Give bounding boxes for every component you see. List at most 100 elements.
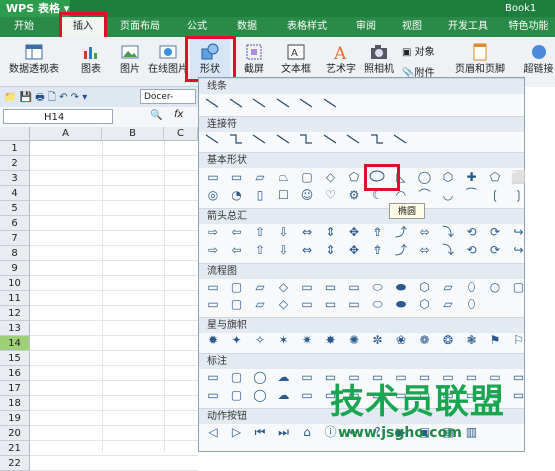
row-header[interactable]: 14 (0, 336, 30, 351)
shape-option[interactable]: ⌒ (417, 187, 433, 203)
tab-home[interactable]: 开始 (0, 17, 48, 37)
shape-option[interactable] (276, 97, 290, 109)
shape-option[interactable]: ▭ (299, 387, 315, 403)
shape-option[interactable] (252, 97, 266, 109)
shape-option[interactable]: ⏢ (276, 169, 292, 185)
shape-option[interactable]: ⤴ (393, 224, 409, 240)
shape-option[interactable]: ◇ (276, 279, 292, 295)
shape-option[interactable]: ⁀ (464, 187, 480, 203)
shape-option[interactable]: ✧ (252, 332, 268, 348)
shape-option[interactable]: ⬡ (417, 296, 433, 312)
shape-option[interactable]: ⏭ (276, 424, 292, 440)
shape-option[interactable]: ▢ (229, 387, 245, 403)
shape-option[interactable]: ❃ (464, 332, 480, 348)
shape-option[interactable]: ◎ (205, 187, 221, 203)
shape-option[interactable]: ⬡ (440, 169, 456, 185)
shape-option[interactable]: ▱ (252, 169, 268, 185)
shape-option[interactable] (299, 133, 313, 145)
picture-button[interactable]: 图片 (116, 39, 144, 83)
shape-option[interactable]: ☁ (276, 387, 292, 403)
shape-option[interactable]: ⚐ (511, 332, 527, 348)
shape-option[interactable]: ▱ (440, 279, 456, 295)
shape-option[interactable]: ⟲ (464, 224, 480, 240)
shape-option[interactable]: ▢ (229, 296, 245, 312)
shape-option[interactable] (323, 97, 337, 109)
tab-developer[interactable]: 开发工具 (440, 17, 496, 37)
shape-option[interactable]: ◇ (276, 296, 292, 312)
shape-option[interactable] (229, 97, 243, 109)
shape-option[interactable]: ◔ (229, 187, 245, 203)
row-header[interactable]: 18 (0, 396, 30, 411)
shape-option[interactable]: ⏮ (252, 424, 268, 440)
shape-option[interactable]: ☐ (276, 187, 292, 203)
row-header[interactable]: 6 (0, 216, 30, 231)
shape-option[interactable]: ☺ (299, 187, 315, 203)
zoom-icon[interactable]: 🔍 (150, 110, 162, 121)
row-header[interactable]: 12 (0, 306, 30, 321)
shape-option[interactable]: ⇨ (205, 224, 221, 240)
shape-option[interactable]: ▭ (346, 279, 362, 295)
shape-option[interactable]: ✦ (229, 332, 245, 348)
shape-option[interactable]: ▭ (299, 279, 315, 295)
row-header[interactable]: 19 (0, 411, 30, 426)
shape-option[interactable] (252, 133, 266, 145)
shape-option[interactable]: ↪ (511, 242, 527, 258)
shape-option[interactable]: ○ (487, 279, 503, 295)
shape-option[interactable] (229, 133, 243, 145)
shape-option[interactable]: ◇ (323, 169, 339, 185)
shape-option[interactable]: ✸ (323, 332, 339, 348)
shape-option[interactable] (205, 133, 219, 145)
row-header[interactable]: 1 (0, 141, 30, 156)
shape-option[interactable]: ◯ (252, 387, 268, 403)
column-header-c[interactable]: C (164, 127, 198, 141)
row-header[interactable]: 17 (0, 381, 30, 396)
shape-option[interactable]: ▱ (252, 279, 268, 295)
tab-special[interactable]: 特色功能 (502, 17, 555, 37)
pivot-table-button[interactable]: 数据透视表 (6, 39, 62, 83)
select-all-corner[interactable] (0, 127, 30, 141)
row-header[interactable]: 13 (0, 321, 30, 336)
qat-icons[interactable]: 📁 💾 🖶 🗋 ↶ ↷ ▾ (4, 90, 87, 107)
shape-option[interactable] (205, 97, 219, 109)
shape-option[interactable]: ◯ (417, 169, 433, 185)
shape-option[interactable]: ❀ (393, 332, 409, 348)
shape-option[interactable]: ✶ (276, 332, 292, 348)
chart-button[interactable]: 图表 (76, 39, 106, 83)
shape-option[interactable]: ✥ (346, 224, 362, 240)
row-header[interactable]: 20 (0, 426, 30, 441)
shape-option[interactable]: ⬠ (487, 169, 503, 185)
shape-option[interactable]: ▭ (299, 369, 315, 385)
row-header[interactable]: 3 (0, 171, 30, 186)
shape-option[interactable]: ▢ (511, 279, 527, 295)
shape-option[interactable]: ▭ (511, 387, 527, 403)
shape-option[interactable]: ✥ (346, 242, 362, 258)
shape-option[interactable]: ⇨ (205, 242, 221, 258)
shape-option[interactable]: ⬬ (393, 279, 409, 295)
shape-option[interactable]: ⬄ (417, 224, 433, 240)
hyperlink-button-overlay[interactable]: 超链接 (522, 39, 555, 83)
shape-option[interactable]: ◯ (252, 369, 268, 385)
shape-option[interactable]: ▭ (323, 279, 339, 295)
shape-option[interactable]: ⇔ (299, 224, 315, 240)
shape-option[interactable]: ⇮ (370, 224, 386, 240)
shape-option[interactable]: ◁ (205, 424, 221, 440)
row-header[interactable]: 2 (0, 156, 30, 171)
shape-option[interactable]: ⓘ (323, 424, 339, 440)
shape-option[interactable]: ⌂ (299, 424, 315, 440)
shape-option[interactable]: ▭ (205, 387, 221, 403)
shape-option[interactable]: ▭ (205, 169, 221, 185)
shape-option[interactable]: ⬭ (370, 279, 386, 295)
row-header[interactable]: 5 (0, 201, 30, 216)
shape-option[interactable]: ⚑ (487, 332, 503, 348)
shape-option[interactable] (299, 97, 313, 109)
row-header[interactable]: 7 (0, 231, 30, 246)
shape-option[interactable]: ⇦ (229, 224, 245, 240)
shape-option[interactable]: ⇧ (252, 242, 268, 258)
shape-option[interactable]: ▭ (299, 296, 315, 312)
shape-option[interactable]: ☁ (276, 369, 292, 385)
column-header-a[interactable]: A (30, 127, 102, 141)
shape-option[interactable]: ⬬ (393, 296, 409, 312)
shape-option[interactable]: ▷ (229, 424, 245, 440)
shape-option[interactable]: ▯ (252, 187, 268, 203)
shape-option[interactable] (370, 133, 384, 145)
